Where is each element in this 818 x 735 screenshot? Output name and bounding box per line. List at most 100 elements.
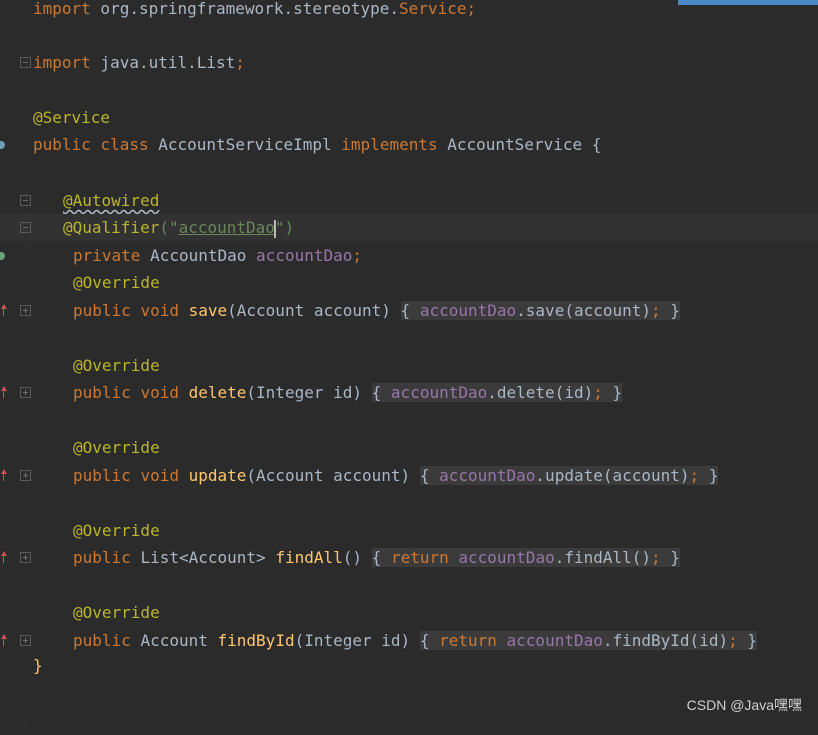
semicolon: ; [593,383,603,402]
method-name: delete [188,383,247,402]
field: accountDao [419,301,517,320]
annotation: @Override [73,603,160,622]
keyword: class [100,135,149,154]
code-line[interactable]: } [0,652,818,679]
keyword: void [140,383,179,402]
semicolon: ; [651,301,661,320]
field: accountDao [458,548,555,567]
type: List<Account> [140,548,266,567]
brace: { [400,301,411,320]
brace: } [708,466,719,485]
code-line[interactable]: public void update(Account account) { ac… [0,462,818,489]
keyword: implements [341,135,438,154]
keyword: public [73,383,131,402]
fold-icon[interactable] [20,305,31,316]
semicolon: ; [728,631,738,650]
keyword: void [140,466,179,485]
override-arrow-icon[interactable] [0,634,7,646]
method-name: update [188,466,247,485]
brace: { [371,548,382,567]
code-line[interactable]: import java.util.List; [0,49,818,76]
semicolon: ; [651,548,661,567]
brace: { [371,383,382,402]
keyword: public [73,631,131,650]
override-arrow-icon[interactable] [0,551,7,563]
keyword: return [390,548,449,567]
annotation: @Service [33,108,111,127]
code-line[interactable]: public Account findById(Integer id) { re… [0,627,818,654]
type: Account [140,631,208,650]
code-line[interactable]: @Override [0,434,818,461]
brace: } [33,656,43,675]
fold-icon[interactable] [20,470,31,481]
keyword: import [33,0,91,18]
interface-name: AccountService [447,135,583,154]
keyword: void [140,301,179,320]
type: AccountDao [150,246,247,265]
method-name: findById [217,631,295,650]
code-text: org.springframework.stereotype. [90,0,400,18]
code-line[interactable]: @Service [0,104,818,131]
annotation: @Override [73,521,160,540]
fold-icon[interactable] [20,222,31,233]
code-line[interactable]: private AccountDao accountDao; [0,242,818,269]
semicolon: ; [689,466,700,485]
autowire-icon[interactable] [0,252,5,260]
code-line[interactable]: public List<Account> findAll() { return … [0,544,818,571]
class-name: AccountServiceImpl [158,135,332,154]
annotation: @Override [73,273,160,292]
field: accountDao [506,631,603,650]
params: (Integer id) [294,631,411,650]
method-call: .delete(id) [487,383,594,402]
brace: } [670,548,680,567]
override-arrow-icon[interactable] [0,469,7,481]
code-line[interactable]: @Override [0,517,818,544]
brace: { [419,631,430,650]
method-call: .update(account) [535,466,690,485]
fold-icon[interactable] [20,57,31,68]
semicolon: ; [235,53,245,72]
semicolon: ; [466,0,477,18]
code-line-current[interactable]: @Qualifier("accountDao") [0,214,818,241]
brace: } [747,631,758,650]
annotation: @Override [73,438,160,457]
string-quote: (" [159,218,179,237]
code-line[interactable]: @Override [0,352,818,379]
code-text: java.util.List [90,53,236,72]
annotation: @Autowired [63,191,160,210]
brace: } [612,383,623,402]
keyword: public [73,466,131,485]
semicolon: ; [352,246,363,265]
keyword: public [33,135,91,154]
code-line[interactable]: public class AccountServiceImpl implemen… [0,131,818,158]
code-line[interactable]: public void delete(Integer id) { account… [0,379,818,406]
class-ref: Service [399,0,467,18]
code-line[interactable]: @Autowired [0,187,818,214]
code-line[interactable]: import org.springframework.stereotype.Se… [0,0,818,22]
spring-bean-icon[interactable] [0,141,5,149]
keyword: return [439,631,497,650]
code-line[interactable]: @Override [0,269,818,296]
params: (Account account) [246,466,411,485]
field: accountDao [256,246,353,265]
brace: } [670,301,680,320]
code-line[interactable]: public void save(Account account) { acco… [0,297,818,324]
method-name: save [188,301,228,320]
string-literal: accountDao [178,218,275,237]
field: accountDao [390,383,488,402]
brace: { [419,466,430,485]
watermark: CSDN @Java嘿嘿 [686,697,802,713]
keyword: public [73,301,131,320]
fold-icon[interactable] [20,635,31,646]
override-arrow-icon[interactable] [0,386,7,398]
method-name: findAll [275,548,343,567]
fold-icon[interactable] [20,387,31,398]
override-arrow-icon[interactable] [0,304,7,316]
method-call: .save(account) [516,301,652,320]
fold-icon[interactable] [20,552,31,563]
code-line[interactable]: @Override [0,599,818,626]
fold-icon[interactable] [20,195,31,206]
params: (Account account) [227,301,391,320]
method-call: .findById(id) [602,631,729,650]
brace: { [591,135,602,154]
